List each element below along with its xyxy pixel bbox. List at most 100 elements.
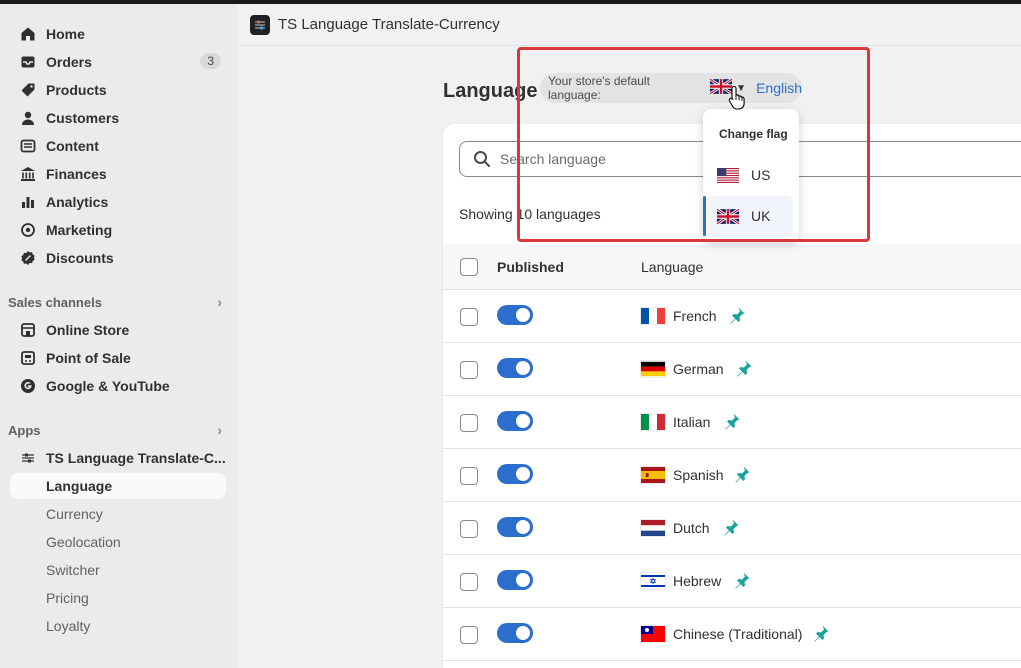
row-checkbox[interactable] [460, 520, 478, 538]
home-icon [20, 26, 36, 42]
sidebar-item-content[interactable]: Content [10, 133, 226, 159]
pin-icon[interactable] [735, 359, 753, 377]
person-icon [20, 110, 36, 126]
section-label: Apps [8, 422, 41, 438]
language-name: French [673, 308, 717, 324]
published-toggle[interactable] [497, 570, 533, 590]
table-row: French [443, 290, 1021, 343]
table-row: Hebrew [443, 555, 1021, 608]
app-title: TS Language Translate-Currency [278, 16, 500, 33]
sidebar-item-finances[interactable]: Finances [10, 161, 226, 187]
netherlands-flag-icon [641, 520, 665, 536]
language-name: Dutch [673, 520, 710, 536]
pin-icon[interactable] [722, 518, 740, 536]
language-name: Chinese (Traditional) [673, 626, 803, 642]
germany-flag-icon [641, 361, 665, 377]
app-icon [20, 450, 36, 466]
orders-count-badge: 3 [200, 53, 221, 69]
sidebar-item-label: Geolocation [46, 534, 121, 550]
language-name: German [673, 361, 724, 377]
pin-icon[interactable] [812, 624, 830, 642]
chevron-right-icon: › [217, 294, 222, 310]
sidebar-item-label: Online Store [46, 322, 130, 338]
column-header-published: Published [497, 259, 564, 275]
published-toggle[interactable] [497, 358, 533, 378]
tag-icon [20, 82, 36, 98]
sidebar-item-analytics[interactable]: Analytics [10, 189, 226, 215]
column-header-language: Language [641, 259, 704, 275]
sidebar-item-label: Home [46, 26, 85, 42]
store-icon [20, 322, 36, 338]
language-name: Italian [673, 414, 711, 430]
sidebar-subitem-currency[interactable]: Currency [10, 501, 226, 527]
sidebar-item-label: Customers [46, 110, 120, 126]
published-toggle[interactable] [497, 517, 533, 537]
sidebar-item-label: Analytics [46, 194, 109, 210]
pos-icon [20, 350, 36, 366]
sidebar-item-label: Pricing [46, 590, 89, 606]
sidebar: Home Orders 3 Products Customers Content… [0, 4, 238, 668]
chevron-right-icon: › [217, 422, 222, 438]
row-checkbox[interactable] [460, 414, 478, 432]
israel-flag-icon [641, 573, 665, 589]
published-toggle[interactable] [497, 464, 533, 484]
google-icon [20, 378, 36, 394]
sidebar-subitem-language[interactable]: Language [10, 473, 226, 499]
sidebar-item-products[interactable]: Products [10, 77, 226, 103]
sidebar-item-point-of-sale[interactable]: Point of Sale [10, 345, 226, 371]
sidebar-item-label: Switcher [46, 562, 100, 578]
sidebar-subitem-loyalty[interactable]: Loyalty [10, 613, 226, 639]
row-checkbox[interactable] [460, 308, 478, 326]
select-all-checkbox[interactable] [460, 258, 478, 276]
apps-section[interactable]: Apps › [8, 422, 222, 438]
taiwan-flag-icon [641, 626, 665, 642]
annotation-highlight-box [517, 47, 870, 242]
table-header: Published Language [443, 244, 1021, 290]
pin-icon[interactable] [733, 465, 751, 483]
sidebar-item-home[interactable]: Home [10, 21, 226, 47]
sidebar-item-label: Content [46, 138, 99, 154]
sidebar-item-label: Loyalty [46, 618, 91, 634]
pin-icon[interactable] [733, 571, 751, 589]
bar-chart-icon [20, 194, 36, 210]
sidebar-item-label: TS Language Translate-C... [46, 450, 226, 466]
language-name: Spanish [673, 467, 724, 483]
sidebar-item-label: Products [46, 82, 107, 98]
section-label: Sales channels [8, 294, 102, 310]
pin-icon[interactable] [723, 412, 741, 430]
france-flag-icon [641, 308, 665, 324]
search-icon [474, 151, 490, 167]
row-checkbox[interactable] [460, 467, 478, 485]
published-toggle[interactable] [497, 305, 533, 325]
language-name: Hebrew [673, 573, 722, 589]
sales-channels-section[interactable]: Sales channels › [8, 294, 222, 310]
published-toggle[interactable] [497, 411, 533, 431]
sidebar-subitem-geolocation[interactable]: Geolocation [10, 529, 226, 555]
app-header: TS Language Translate-Currency [238, 4, 1021, 46]
content-icon [20, 138, 36, 154]
sidebar-item-online-store[interactable]: Online Store [10, 317, 226, 343]
sidebar-item-google-youtube[interactable]: Google & YouTube [10, 373, 226, 399]
row-checkbox[interactable] [460, 626, 478, 644]
sidebar-item-label: Marketing [46, 222, 113, 238]
row-checkbox[interactable] [460, 573, 478, 591]
pin-icon[interactable] [728, 306, 746, 324]
discount-icon [20, 250, 36, 266]
sidebar-item-label: Currency [46, 506, 103, 522]
sidebar-item-marketing[interactable]: Marketing [10, 217, 226, 243]
published-toggle[interactable] [497, 623, 533, 643]
sidebar-item-label: Discounts [46, 250, 114, 266]
row-checkbox[interactable] [460, 361, 478, 379]
sidebar-item-orders[interactable]: Orders 3 [10, 49, 226, 75]
table-row: Italian [443, 396, 1021, 449]
sidebar-item-ts-language-app[interactable]: TS Language Translate-C... [10, 445, 226, 471]
sidebar-item-label: Point of Sale [46, 350, 131, 366]
sidebar-item-label: Finances [46, 166, 107, 182]
sidebar-subitem-switcher[interactable]: Switcher [10, 557, 226, 583]
sidebar-item-customers[interactable]: Customers [10, 105, 226, 131]
sidebar-subitem-pricing[interactable]: Pricing [10, 585, 226, 611]
italy-flag-icon [641, 414, 665, 430]
table-row: German [443, 343, 1021, 396]
sidebar-item-discounts[interactable]: Discounts [10, 245, 226, 271]
target-icon [20, 222, 36, 238]
